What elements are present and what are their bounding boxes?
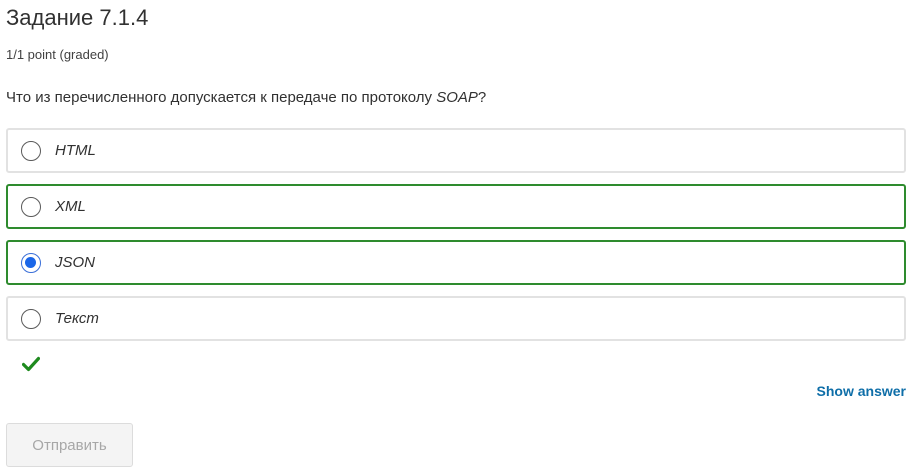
radio-button[interactable] (21, 197, 41, 217)
problem-container: Задание 7.1.4 1/1 point (graded) Что из … (0, 0, 920, 474)
submit-button[interactable]: Отправить (6, 423, 133, 467)
question-text: Что из перечисленного допускается к пере… (6, 88, 486, 108)
problem-title: Задание 7.1.4 (6, 5, 149, 30)
choice-option-json[interactable]: JSON (6, 240, 906, 285)
choice-option-text[interactable]: Текст (6, 296, 906, 341)
choice-option-html[interactable]: HTML (6, 128, 906, 173)
radio-button-selected[interactable] (21, 253, 41, 273)
problem-score: 1/1 point (graded) (6, 47, 109, 62)
question-prefix: Что из перечисленного допускается к пере… (6, 89, 437, 106)
choice-label: XML (55, 198, 86, 215)
checkmark-icon (21, 355, 41, 373)
choice-label: JSON (55, 254, 96, 271)
show-answer-button[interactable]: Show answer (817, 381, 906, 401)
question-suffix: ? (477, 89, 487, 106)
radio-button[interactable] (21, 309, 41, 329)
choice-label: Текст (55, 310, 99, 327)
question-term: SOAP (436, 89, 478, 106)
choice-option-xml[interactable]: XML (6, 184, 906, 229)
choice-label: HTML (55, 142, 96, 159)
radio-button[interactable] (21, 141, 41, 161)
